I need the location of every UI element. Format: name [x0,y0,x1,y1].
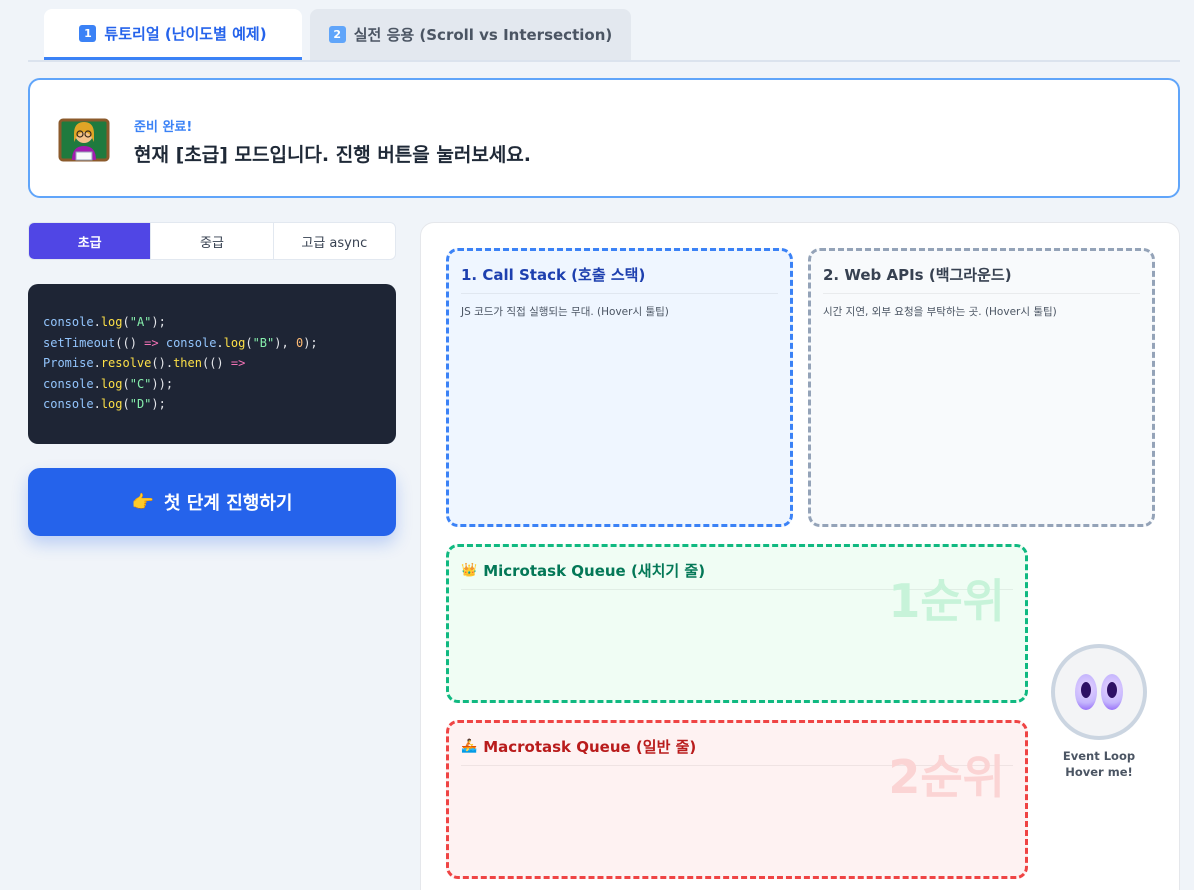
teacher-icon [58,118,110,162]
tab-practical[interactable]: 2 실전 응용 (Scroll vs Intersection) [310,9,631,60]
keycap-2-icon: 2 [328,26,346,43]
rowing-boat-icon: 🚣 [461,739,478,754]
microtask-priority-watermark: 1순위 [888,574,1005,628]
right-eye [1101,674,1123,710]
microtask-queue-title: Microtask Queue (새치기 줄) [483,562,706,580]
call-stack-title: 1. Call Stack (호출 스택) [461,264,778,294]
crown-icon: 👑 [461,563,478,578]
call-stack-box[interactable]: 1. Call Stack (호출 스택) JS 코드가 직접 실행되는 무대.… [446,248,793,527]
web-apis-box[interactable]: 2. Web APIs (백그라운드) 시간 지연, 외부 요청을 부탁하는 곳… [808,248,1155,527]
tab-practical-label: 실전 응용 (Scroll vs Intersection) [353,26,613,44]
code-block: console.log("A"); setTimeout(() => conso… [28,284,396,444]
web-apis-title: 2. Web APIs (백그라운드) [823,264,1140,294]
event-loop-label: Event Loop Hover me! [1051,748,1147,780]
tab-bar: 1 튜토리얼 (난이도별 예제) 2 실전 응용 (Scroll vs Inte… [28,0,1180,62]
level-advanced-button[interactable]: 고급 async [272,223,395,259]
call-stack-desc: JS 코드가 직접 실행되는 무대. (Hover시 툴팁) [461,306,669,318]
code-line: setTimeout(() => console.log("B"), 0); [43,335,318,350]
microtask-queue-box: 👑 Microtask Queue (새치기 줄) 1순위 [446,544,1028,703]
run-step-button[interactable]: 👉 첫 단계 진행하기 [28,468,396,536]
code-line: Promise.resolve().then(() => [43,356,246,370]
level-selector: 초급 중급 고급 async [28,222,396,260]
status-panel: 준비 완료! 현재 [초급] 모드입니다. 진행 버튼을 눌러보세요. [28,78,1180,198]
keycap-1-icon: 1 [79,24,97,42]
code-line: console.log("D"); [43,397,166,411]
web-apis-desc: 시간 지연, 외부 요청을 부탁하는 곳. (Hover시 툴팁) [823,306,1057,318]
event-loop-visualizer: 1. Call Stack (호출 스택) JS 코드가 직접 실행되는 무대.… [420,222,1180,890]
event-loop-label-line2: Hover me! [1065,765,1133,779]
macrotask-priority-watermark: 2순위 [888,750,1005,804]
tab-tutorial-label: 튜토리얼 (난이도별 예제) [104,24,267,43]
tab-tutorial[interactable]: 1 튜토리얼 (난이도별 예제) [44,9,302,60]
macrotask-queue-box: 🚣 Macrotask Queue (일반 줄) 2순위 [446,720,1028,879]
event-loop-indicator[interactable]: Event Loop Hover me! [1051,644,1147,780]
status-subtitle: 준비 완료! [134,120,193,135]
pointing-hand-icon: 👉 [131,491,154,513]
code-line: console.log("C")); [43,376,174,391]
event-loop-label-line1: Event Loop [1062,749,1136,763]
left-eye [1075,674,1097,710]
status-message: 현재 [초급] 모드입니다. 진행 버튼을 눌러보세요. [134,144,531,166]
macrotask-queue-title: Macrotask Queue (일반 줄) [483,738,697,756]
eyes-icon [1051,644,1147,740]
code-line: console.log("A"); [43,315,166,329]
level-intermediate-button[interactable]: 중급 [150,223,272,259]
level-beginner-button[interactable]: 초급 [29,223,151,259]
run-step-label: 첫 단계 진행하기 [163,493,293,514]
